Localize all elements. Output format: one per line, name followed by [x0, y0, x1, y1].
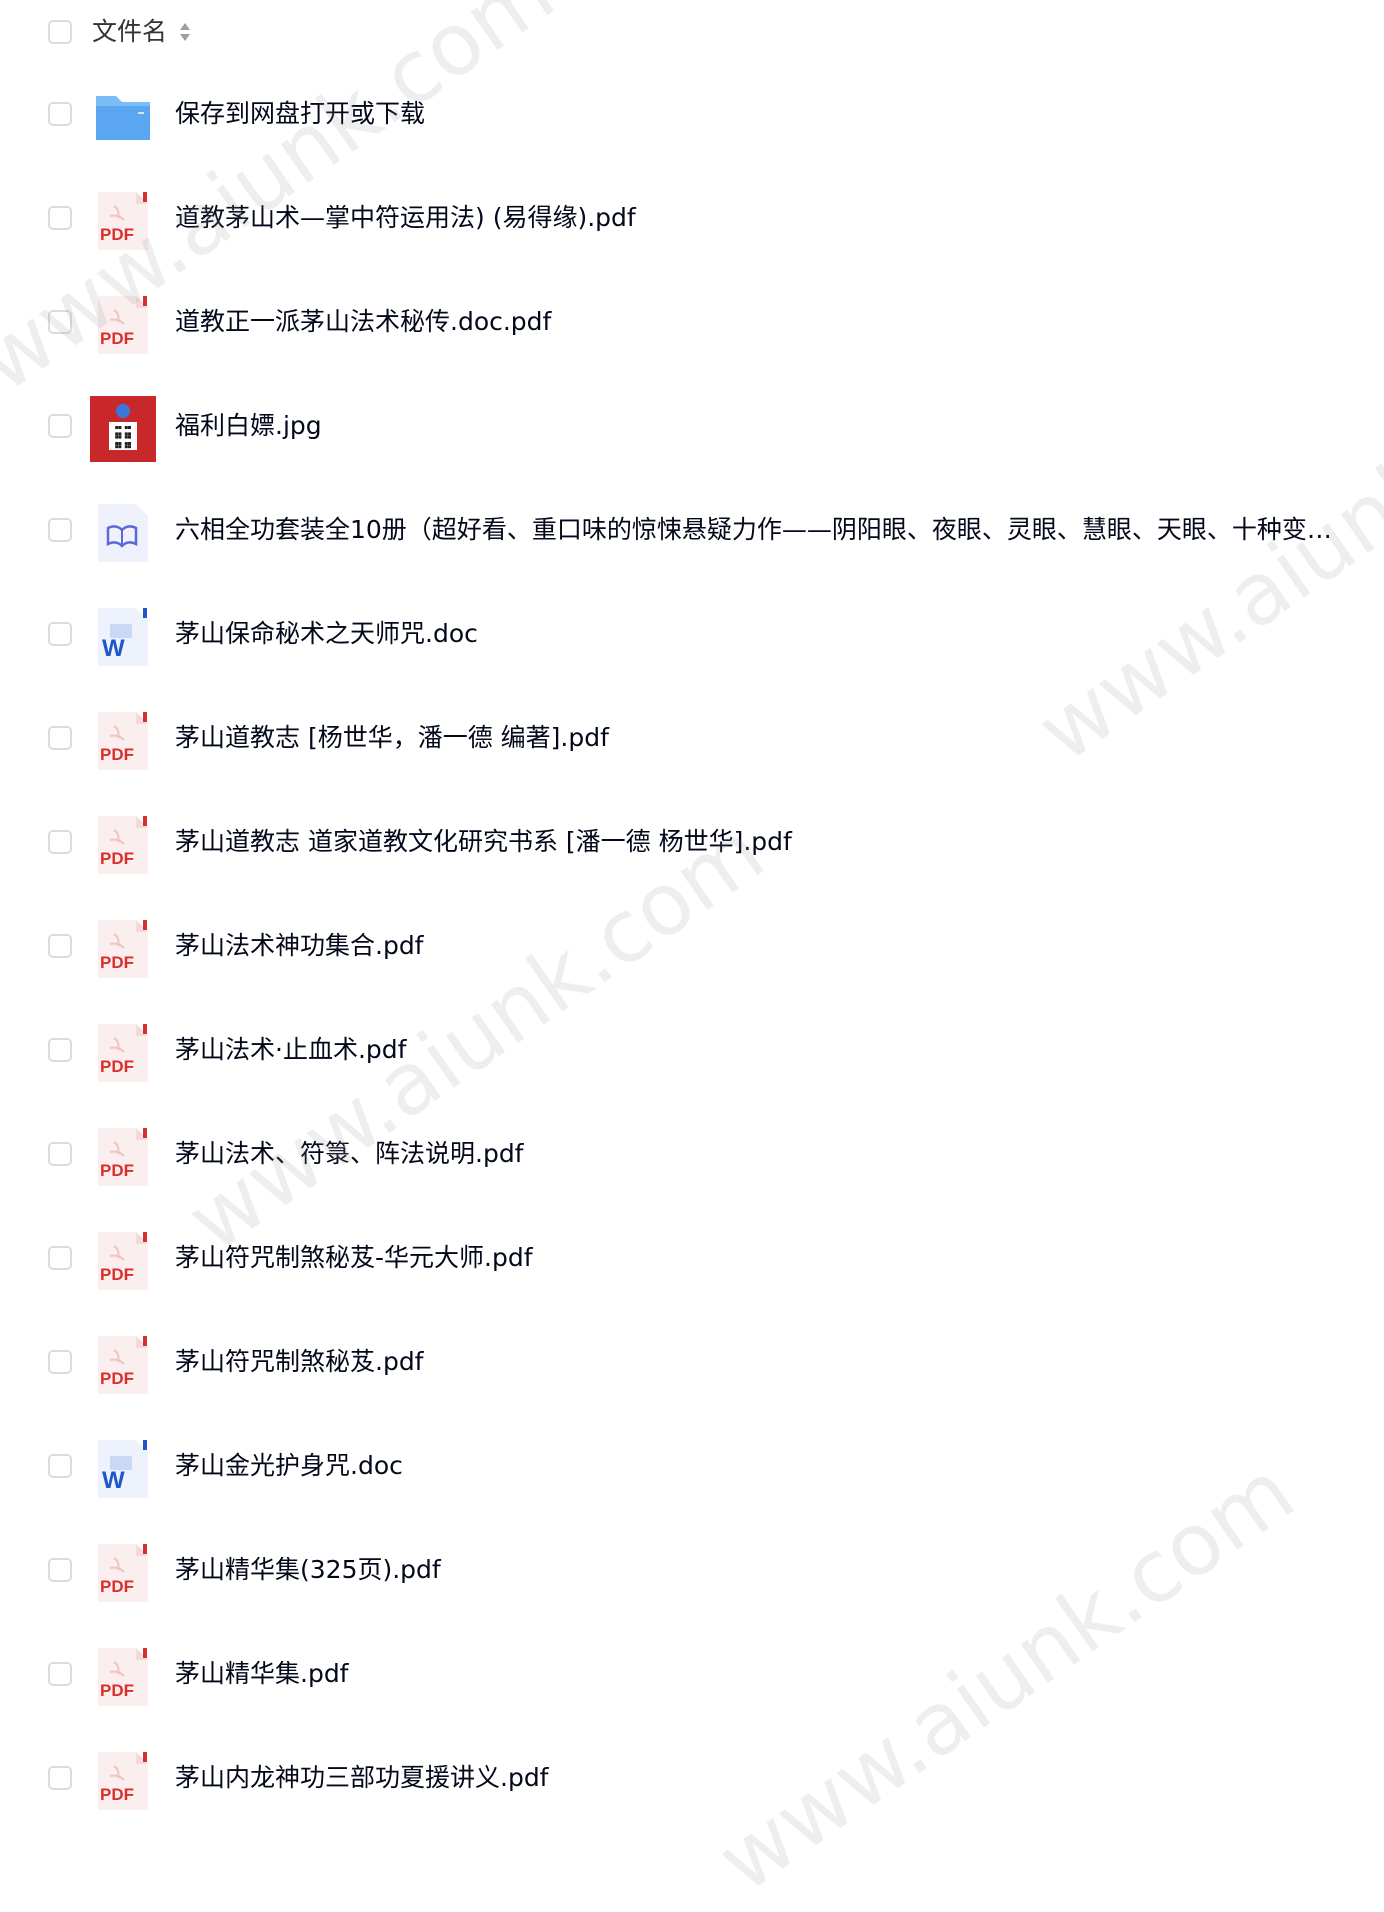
file-row[interactable]: PDF 茅山精华集(325页).pdf	[0, 1518, 1384, 1622]
svg-text:PDF: PDF	[100, 953, 134, 972]
pdf-icon[interactable]: PDF	[90, 1332, 156, 1398]
word-icon[interactable]: W	[90, 1436, 156, 1502]
file-name[interactable]: 保存到网盘打开或下载	[175, 96, 1355, 132]
file-row[interactable]: 保存到网盘打开或下载	[0, 62, 1384, 166]
file-checkbox[interactable]	[48, 830, 72, 854]
svg-text:W: W	[102, 635, 125, 662]
svg-text:PDF: PDF	[100, 1057, 134, 1076]
pdf-icon[interactable]: PDF	[90, 1748, 156, 1814]
file-name[interactable]: 茅山精华集.pdf	[175, 1656, 1355, 1692]
pdf-icon[interactable]: PDF	[90, 1644, 156, 1710]
file-name[interactable]: 福利白嫖.jpg	[175, 408, 1355, 444]
pdf-icon[interactable]: PDF	[90, 1020, 156, 1086]
file-checkbox[interactable]	[48, 1142, 72, 1166]
file-name[interactable]: 茅山法术、符箓、阵法说明.pdf	[175, 1136, 1355, 1172]
file-checkbox[interactable]	[48, 1662, 72, 1686]
image-thumbnail-icon[interactable]	[90, 396, 156, 462]
file-name[interactable]: 道教茅山术—掌中符运用法) (易得缘).pdf	[175, 200, 1355, 236]
folder-icon[interactable]	[90, 84, 156, 150]
pdf-icon[interactable]: PDF	[90, 812, 156, 878]
file-checkbox[interactable]	[48, 1350, 72, 1374]
svg-text:PDF: PDF	[100, 1681, 134, 1700]
pdf-icon[interactable]: PDF	[90, 1124, 156, 1190]
file-row[interactable]: PDF 茅山道教志 道家道教文化研究书系 [潘一德 杨世华].pdf	[0, 790, 1384, 894]
file-checkbox[interactable]	[48, 1246, 72, 1270]
file-row[interactable]: 福利白嫖.jpg	[0, 374, 1384, 478]
file-name[interactable]: 道教正一派茅山法术秘传.doc.pdf	[175, 304, 1355, 340]
file-row[interactable]: PDF 茅山符咒制煞秘芨.pdf	[0, 1310, 1384, 1414]
file-row[interactable]: PDF 茅山道教志 [杨世华，潘一德 编著].pdf	[0, 686, 1384, 790]
file-name[interactable]: 六相全功套装全10册（超好看、重口味的惊悚悬疑力作——阴阳眼、夜眼、灵眼、慧眼、…	[175, 512, 1355, 548]
file-name[interactable]: 茅山保命秘术之天师咒.doc	[175, 616, 1355, 652]
file-row[interactable]: PDF 茅山法术·止血术.pdf	[0, 998, 1384, 1102]
filename-column-label[interactable]: 文件名	[92, 14, 167, 50]
word-icon[interactable]: W	[90, 604, 156, 670]
file-name[interactable]: 茅山内龙神功三部功夏援讲义.pdf	[175, 1760, 1355, 1796]
file-checkbox[interactable]	[48, 1558, 72, 1582]
svg-text:PDF: PDF	[100, 1369, 134, 1388]
file-checkbox[interactable]	[48, 1038, 72, 1062]
file-checkbox[interactable]	[48, 310, 72, 334]
file-row[interactable]: W 茅山金光护身咒.doc	[0, 1414, 1384, 1518]
pdf-icon[interactable]: PDF	[90, 916, 156, 982]
pdf-icon[interactable]: PDF	[90, 708, 156, 774]
file-checkbox[interactable]	[48, 414, 72, 438]
svg-text:PDF: PDF	[100, 745, 134, 764]
file-checkbox[interactable]	[48, 1766, 72, 1790]
file-row[interactable]: PDF 茅山精华集.pdf	[0, 1622, 1384, 1726]
file-name[interactable]: 茅山法术·止血术.pdf	[175, 1032, 1355, 1068]
file-row[interactable]: PDF 茅山符咒制煞秘芨-华元大师.pdf	[0, 1206, 1384, 1310]
svg-text:W: W	[102, 1467, 125, 1494]
svg-text:PDF: PDF	[100, 1161, 134, 1180]
file-checkbox[interactable]	[48, 206, 72, 230]
pdf-icon[interactable]: PDF	[90, 1540, 156, 1606]
file-name[interactable]: 茅山道教志 [杨世华，潘一德 编著].pdf	[175, 720, 1355, 756]
svg-text:PDF: PDF	[100, 1577, 134, 1596]
svg-text:PDF: PDF	[100, 849, 134, 868]
file-name[interactable]: 茅山道教志 道家道教文化研究书系 [潘一德 杨世华].pdf	[175, 824, 1355, 860]
file-name[interactable]: 茅山符咒制煞秘芨-华元大师.pdf	[175, 1240, 1355, 1276]
file-name[interactable]: 茅山法术神功集合.pdf	[175, 928, 1355, 964]
svg-text:PDF: PDF	[100, 329, 134, 348]
file-name[interactable]: 茅山金光护身咒.doc	[175, 1448, 1355, 1484]
file-checkbox[interactable]	[48, 934, 72, 958]
svg-text:PDF: PDF	[100, 1265, 134, 1284]
sort-icon[interactable]	[178, 20, 192, 44]
file-checkbox[interactable]	[48, 726, 72, 750]
svg-text:PDF: PDF	[100, 1785, 134, 1804]
file-row[interactable]: PDF 道教茅山术—掌中符运用法) (易得缘).pdf	[0, 166, 1384, 270]
file-list-header: 文件名	[0, 0, 1384, 64]
file-checkbox[interactable]	[48, 1454, 72, 1478]
file-row[interactable]: PDF 茅山法术神功集合.pdf	[0, 894, 1384, 998]
svg-text:PDF: PDF	[100, 225, 134, 244]
pdf-icon[interactable]: PDF	[90, 188, 156, 254]
file-checkbox[interactable]	[48, 102, 72, 126]
pdf-icon[interactable]: PDF	[90, 292, 156, 358]
select-all-checkbox[interactable]	[48, 20, 72, 44]
file-checkbox[interactable]	[48, 622, 72, 646]
ebook-icon[interactable]	[90, 500, 156, 566]
file-row[interactable]: PDF 道教正一派茅山法术秘传.doc.pdf	[0, 270, 1384, 374]
file-row[interactable]: PDF 茅山法术、符箓、阵法说明.pdf	[0, 1102, 1384, 1206]
file-row[interactable]: W 茅山保命秘术之天师咒.doc	[0, 582, 1384, 686]
file-row[interactable]: 六相全功套装全10册（超好看、重口味的惊悚悬疑力作——阴阳眼、夜眼、灵眼、慧眼、…	[0, 478, 1384, 582]
file-name[interactable]: 茅山精华集(325页).pdf	[175, 1552, 1355, 1588]
file-row[interactable]: PDF 茅山内龙神功三部功夏援讲义.pdf	[0, 1726, 1384, 1830]
pdf-icon[interactable]: PDF	[90, 1228, 156, 1294]
file-name[interactable]: 茅山符咒制煞秘芨.pdf	[175, 1344, 1355, 1380]
file-checkbox[interactable]	[48, 518, 72, 542]
